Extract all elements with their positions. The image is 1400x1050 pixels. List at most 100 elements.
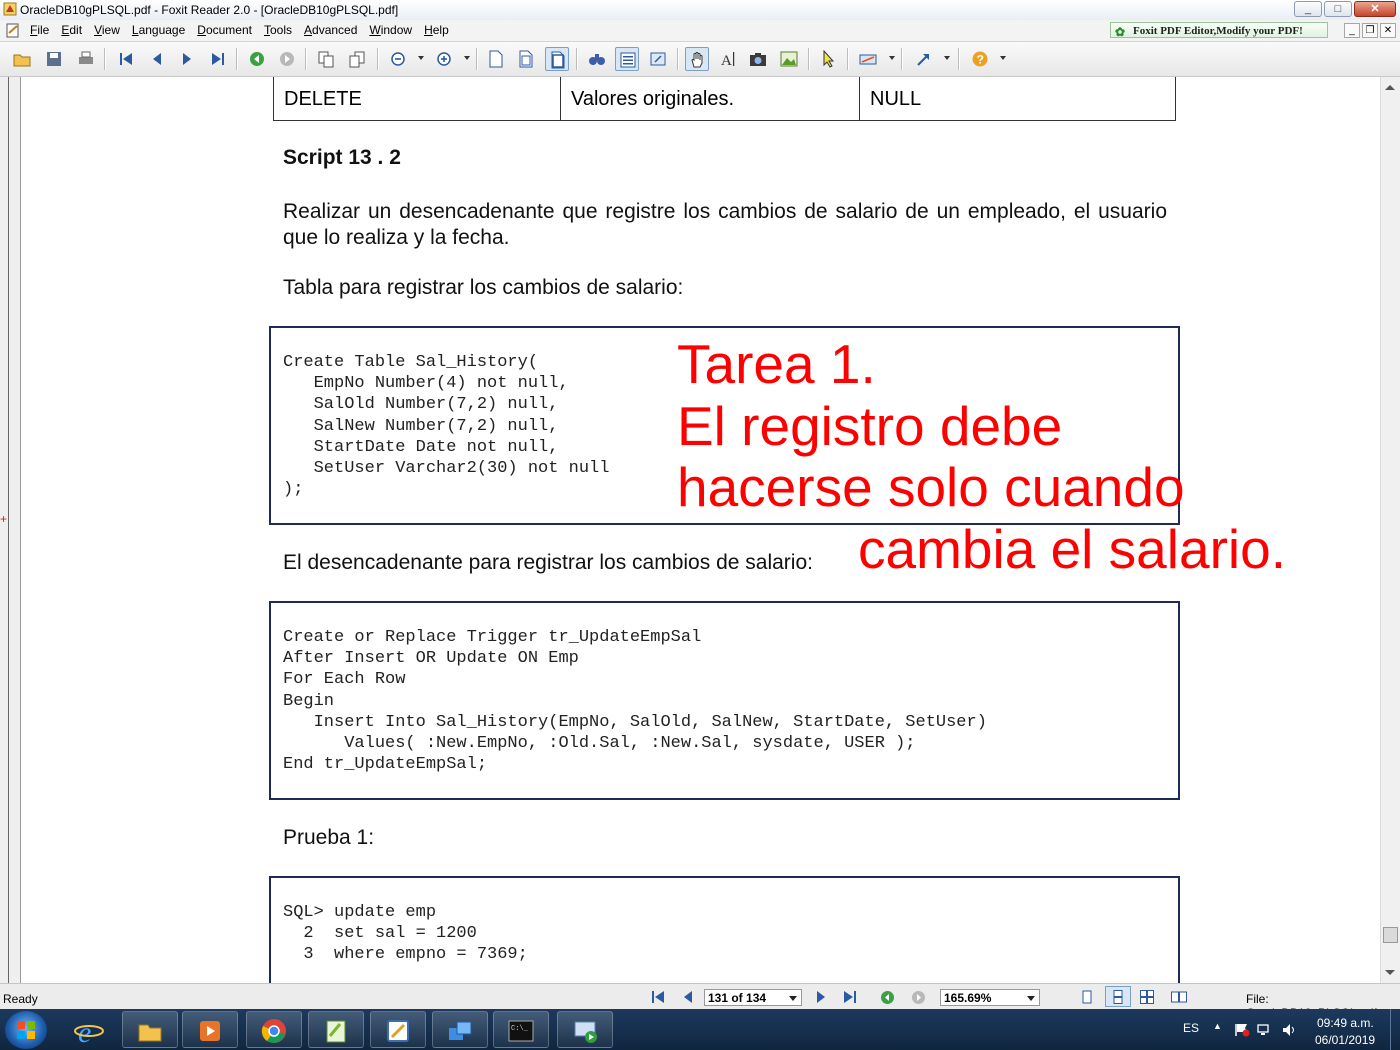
taskbar-notepadpp[interactable]: [308, 1011, 364, 1048]
zoom-level-field[interactable]: 165.69%: [940, 989, 1040, 1006]
page-dropdown-arrow-icon[interactable]: [789, 996, 797, 1001]
show-desktop-button[interactable]: [1390, 1009, 1400, 1050]
clock-time[interactable]: 09:49 a.m.: [1317, 1016, 1374, 1030]
scroll-up-arrow-icon[interactable]: [1385, 85, 1395, 90]
select-text-button[interactable]: A: [716, 47, 740, 71]
status-first-page-icon[interactable]: [651, 990, 665, 1004]
trigger-code-box: Create or Replace Trigger tr_UpdateEmpSa…: [269, 601, 1180, 800]
snapshot-button[interactable]: [746, 47, 770, 71]
network-icon[interactable]: [1257, 1023, 1273, 1037]
maximize-button[interactable]: □: [1324, 1, 1352, 17]
zoom-out-button[interactable]: [386, 47, 410, 71]
taskbar-remote-app[interactable]: [557, 1011, 613, 1048]
continuous-facing-view-icon[interactable]: [1171, 990, 1187, 1004]
continuous-view-toggle[interactable]: [1105, 986, 1131, 1007]
clock-date[interactable]: 06/01/2019: [1315, 1033, 1375, 1047]
minimize-button[interactable]: _: [1294, 1, 1322, 17]
taskbar-ie[interactable]: e: [66, 1012, 112, 1048]
close-button[interactable]: ✕: [1354, 1, 1396, 17]
window-title: OracleDB10gPLSQL.pdf - Foxit Reader 2.0 …: [20, 3, 399, 17]
vertical-scrollbar[interactable]: [1380, 77, 1400, 983]
continuous-view-button[interactable]: [615, 47, 639, 71]
menu-advanced[interactable]: Advanced: [304, 23, 357, 37]
menu-help[interactable]: Help: [424, 23, 449, 37]
scroll-down-arrow-icon[interactable]: [1385, 970, 1395, 975]
status-back-icon[interactable]: [880, 990, 895, 1005]
typewriter-button[interactable]: [856, 47, 880, 71]
menu-window[interactable]: Window: [369, 23, 412, 37]
status-next-page-icon[interactable]: [814, 990, 828, 1004]
menu-file[interactable]: File: [30, 23, 49, 37]
page-number-text: 131 of 134: [708, 991, 767, 1005]
link-tool-dropdown[interactable]: [944, 56, 950, 60]
doc-close-button[interactable]: ✕: [1380, 23, 1396, 38]
taskbar-foxit[interactable]: [370, 1011, 426, 1048]
hand-tool-button[interactable]: [685, 47, 709, 71]
doc-minimize-button[interactable]: _: [1344, 23, 1360, 38]
link-tool-button[interactable]: [912, 47, 936, 71]
last-page-button[interactable]: [206, 47, 230, 71]
open-button[interactable]: [10, 47, 34, 71]
save-icon: [47, 52, 61, 66]
previous-page-button[interactable]: [145, 47, 169, 71]
left-panel-gutter[interactable]: +: [0, 77, 21, 983]
foxit-editor-ad[interactable]: ✿ Foxit PDF Editor,Modify your PDF!: [1110, 22, 1328, 39]
find-button[interactable]: [585, 47, 609, 71]
full-screen-icon: [650, 52, 666, 66]
next-page-button[interactable]: [175, 47, 199, 71]
menu-document[interactable]: Document: [197, 23, 252, 37]
back-arrow-icon: [250, 52, 264, 66]
zoom-dropdown-arrow-icon[interactable]: [1027, 996, 1035, 1001]
taskbar-command-prompt[interactable]: C:\_: [493, 1011, 549, 1048]
first-page-button[interactable]: [114, 47, 138, 71]
paste-button[interactable]: [345, 47, 369, 71]
typewriter-dropdown[interactable]: [889, 56, 895, 60]
actual-size-button[interactable]: [484, 47, 508, 71]
zoom-in-dropdown[interactable]: [464, 56, 470, 60]
taskbar-media-player[interactable]: [182, 1011, 238, 1048]
image-button[interactable]: [777, 47, 801, 71]
status-forward-icon[interactable]: [911, 990, 926, 1005]
copy-button[interactable]: [314, 47, 338, 71]
menu-language[interactable]: Language: [132, 23, 185, 37]
status-last-page-icon[interactable]: [843, 990, 857, 1004]
go-forward-button[interactable]: [275, 47, 299, 71]
zoom-level-text: 165.69%: [944, 991, 992, 1005]
language-indicator[interactable]: ES: [1183, 1021, 1199, 1035]
show-hidden-icons-icon[interactable]: ▲: [1213, 1021, 1222, 1031]
menu-view[interactable]: View: [94, 23, 120, 37]
page-number-field[interactable]: 131 of 134: [704, 989, 802, 1006]
menu-tools[interactable]: Tools: [264, 23, 292, 37]
create-table-code: Create Table Sal_History( EmpNo Number(4…: [283, 353, 610, 500]
document-menu-icon[interactable]: [5, 23, 21, 38]
leaf-icon: ✿: [1115, 25, 1126, 39]
facing-view-icon[interactable]: [1140, 990, 1154, 1004]
image-icon: [780, 51, 798, 67]
print-button[interactable]: [74, 47, 98, 71]
zoom-in-button[interactable]: [432, 47, 456, 71]
fit-page-button[interactable]: [514, 47, 538, 71]
volume-icon[interactable]: [1282, 1023, 1298, 1037]
status-previous-page-icon[interactable]: [681, 990, 695, 1004]
taskbar-explorer[interactable]: [122, 1011, 178, 1048]
scroll-thumb[interactable]: [1383, 927, 1398, 943]
single-page-view-icon[interactable]: [1080, 990, 1094, 1004]
zoom-out-dropdown[interactable]: [418, 56, 424, 60]
action-center-icon[interactable]: [1234, 1023, 1250, 1037]
select-tool-button[interactable]: [817, 47, 841, 71]
help-dropdown[interactable]: [1000, 56, 1006, 60]
open-folder-icon: [13, 54, 31, 67]
taskbar-chrome[interactable]: [246, 1011, 302, 1048]
save-button[interactable]: [42, 47, 66, 71]
next-page-icon: [183, 53, 191, 65]
fit-width-button[interactable]: [545, 47, 569, 71]
taskbar-network-app[interactable]: [432, 1011, 488, 1048]
typewriter-icon: [859, 54, 877, 65]
full-screen-button[interactable]: [646, 47, 670, 71]
start-button[interactable]: [5, 1011, 47, 1049]
doc-restore-button[interactable]: ❐: [1362, 23, 1378, 38]
help-button[interactable]: ?: [968, 47, 992, 71]
menu-edit[interactable]: Edit: [61, 23, 82, 37]
go-back-button[interactable]: [245, 47, 269, 71]
title-bar: OracleDB10gPLSQL.pdf - Foxit Reader 2.0 …: [0, 0, 1400, 21]
